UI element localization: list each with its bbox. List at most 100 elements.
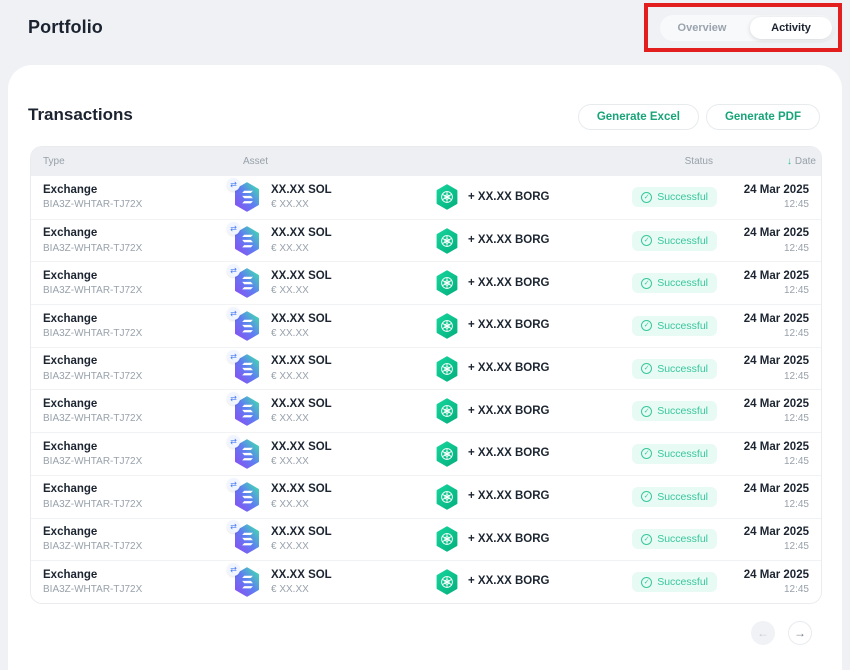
cell-type: Exchange BIA3Z-WHTAR-TJ72X — [31, 312, 223, 340]
asset-out-fiat: € XX.XX — [271, 198, 332, 211]
generate-pdf-button[interactable]: Generate PDF — [706, 104, 820, 130]
asset-out-amount: XX.XX SOL — [271, 354, 332, 369]
column-header-asset: Asset — [223, 156, 423, 167]
table-row[interactable]: Exchange BIA3Z-WHTAR-TJ72X — [31, 475, 821, 518]
cell-asset-out: ⇄ XX.XX SOL € XX.XX — [223, 268, 423, 298]
sol-token-icon: ⇄ — [233, 182, 261, 212]
transaction-reference: BIA3Z-WHTAR-TJ72X — [43, 284, 223, 297]
transaction-date: 24 Mar 2025 — [723, 226, 809, 241]
transaction-time: 12:45 — [723, 284, 809, 297]
transaction-reference: BIA3Z-WHTAR-TJ72X — [43, 370, 223, 383]
cell-asset-in: + XX.XX BORG — [423, 356, 573, 382]
arrow-right-icon: → — [794, 626, 806, 640]
transactions-heading: Transactions — [28, 105, 133, 125]
transaction-type: Exchange — [43, 226, 223, 241]
asset-in-amount: + XX.XX BORG — [468, 446, 549, 461]
transaction-date: 24 Mar 2025 — [723, 354, 809, 369]
borg-token-icon — [435, 484, 459, 510]
transaction-type: Exchange — [43, 312, 223, 327]
status-label: Successful — [657, 448, 708, 460]
transaction-type: Exchange — [43, 397, 223, 412]
status-label: Successful — [657, 277, 708, 289]
cell-asset-in: + XX.XX BORG — [423, 526, 573, 552]
table-row[interactable]: Exchange BIA3Z-WHTAR-TJ72X — [31, 219, 821, 262]
cell-asset-out: ⇄ XX.XX SOL € XX.XX — [223, 524, 423, 554]
transaction-date: 24 Mar 2025 — [723, 397, 809, 412]
check-circle-icon: ✓ — [641, 406, 652, 417]
sol-token-icon: ⇄ — [233, 439, 261, 469]
transaction-date: 24 Mar 2025 — [723, 568, 809, 583]
transaction-reference: BIA3Z-WHTAR-TJ72X — [43, 455, 223, 468]
status-label: Successful — [657, 191, 708, 203]
cell-asset-out: ⇄ XX.XX SOL € XX.XX — [223, 567, 423, 597]
transaction-reference: BIA3Z-WHTAR-TJ72X — [43, 412, 223, 425]
cell-date: 24 Mar 2025 12:45 — [723, 397, 821, 425]
cell-asset-in: + XX.XX BORG — [423, 398, 573, 424]
transaction-date: 24 Mar 2025 — [723, 440, 809, 455]
cell-asset-out: ⇄ XX.XX SOL € XX.XX — [223, 482, 423, 512]
exchange-swap-icon: ⇄ — [227, 563, 240, 576]
cell-status: ✓ Successful — [573, 401, 723, 421]
table-row[interactable]: Exchange BIA3Z-WHTAR-TJ72X — [31, 347, 821, 390]
exchange-swap-icon: ⇄ — [227, 478, 240, 491]
status-badge: ✓ Successful — [632, 487, 717, 507]
status-label: Successful — [657, 363, 708, 375]
cell-asset-out: ⇄ XX.XX SOL € XX.XX — [223, 439, 423, 469]
exchange-swap-icon: ⇄ — [227, 350, 240, 363]
transaction-reference: BIA3Z-WHTAR-TJ72X — [43, 198, 223, 211]
table-row[interactable]: Exchange BIA3Z-WHTAR-TJ72X — [31, 389, 821, 432]
table-row[interactable]: Exchange BIA3Z-WHTAR-TJ72X — [31, 432, 821, 475]
transaction-type: Exchange — [43, 525, 223, 540]
asset-out-amount: XX.XX SOL — [271, 397, 332, 412]
check-circle-icon: ✓ — [641, 278, 652, 289]
transaction-date: 24 Mar 2025 — [723, 183, 809, 198]
asset-out-fiat: € XX.XX — [271, 370, 332, 383]
status-label: Successful — [657, 320, 708, 332]
transaction-date: 24 Mar 2025 — [723, 525, 809, 540]
export-actions: Generate Excel Generate PDF — [578, 104, 820, 130]
cell-status: ✓ Successful — [573, 529, 723, 549]
cell-date: 24 Mar 2025 12:45 — [723, 482, 821, 510]
transaction-type: Exchange — [43, 568, 223, 583]
cell-date: 24 Mar 2025 12:45 — [723, 226, 821, 254]
status-label: Successful — [657, 533, 708, 545]
cell-asset-out: ⇄ XX.XX SOL € XX.XX — [223, 396, 423, 426]
asset-out-amount: XX.XX SOL — [271, 482, 332, 497]
cell-asset-out: ⇄ XX.XX SOL € XX.XX — [223, 182, 423, 212]
table-row[interactable]: Exchange BIA3Z-WHTAR-TJ72X — [31, 560, 821, 603]
cell-type: Exchange BIA3Z-WHTAR-TJ72X — [31, 183, 223, 211]
asset-out-amount: XX.XX SOL — [271, 183, 332, 198]
asset-in-amount: + XX.XX BORG — [468, 318, 549, 333]
cell-asset-in: + XX.XX BORG — [423, 228, 573, 254]
status-badge: ✓ Successful — [632, 273, 717, 293]
transaction-time: 12:45 — [723, 370, 809, 383]
status-badge: ✓ Successful — [632, 316, 717, 336]
arrow-left-icon: ← — [757, 626, 769, 640]
table-row[interactable]: Exchange BIA3Z-WHTAR-TJ72X — [31, 176, 821, 219]
pagination-next-button[interactable]: → — [788, 621, 812, 645]
asset-out-amount: XX.XX SOL — [271, 525, 332, 540]
cell-asset-in: + XX.XX BORG — [423, 313, 573, 339]
transaction-time: 12:45 — [723, 455, 809, 468]
check-circle-icon: ✓ — [641, 235, 652, 246]
cell-status: ✓ Successful — [573, 359, 723, 379]
generate-excel-button[interactable]: Generate Excel — [578, 104, 699, 130]
asset-in-amount: + XX.XX BORG — [468, 276, 549, 291]
tab-activity[interactable]: Activity — [750, 17, 832, 39]
asset-out-amount: XX.XX SOL — [271, 568, 332, 583]
check-circle-icon: ✓ — [641, 534, 652, 545]
cell-date: 24 Mar 2025 12:45 — [723, 183, 821, 211]
table-row[interactable]: Exchange BIA3Z-WHTAR-TJ72X — [31, 304, 821, 347]
status-badge: ✓ Successful — [632, 529, 717, 549]
status-label: Successful — [657, 405, 708, 417]
tab-overview[interactable]: Overview — [660, 22, 744, 34]
transaction-type: Exchange — [43, 482, 223, 497]
table-row[interactable]: Exchange BIA3Z-WHTAR-TJ72X — [31, 261, 821, 304]
table-row[interactable]: Exchange BIA3Z-WHTAR-TJ72X — [31, 518, 821, 561]
transaction-time: 12:45 — [723, 412, 809, 425]
asset-out-fiat: € XX.XX — [271, 540, 332, 553]
pagination-prev-button[interactable]: ← — [751, 621, 775, 645]
sol-token-icon: ⇄ — [233, 268, 261, 298]
column-header-date[interactable]: ↓ Date — [723, 156, 821, 167]
check-circle-icon: ✓ — [641, 363, 652, 374]
